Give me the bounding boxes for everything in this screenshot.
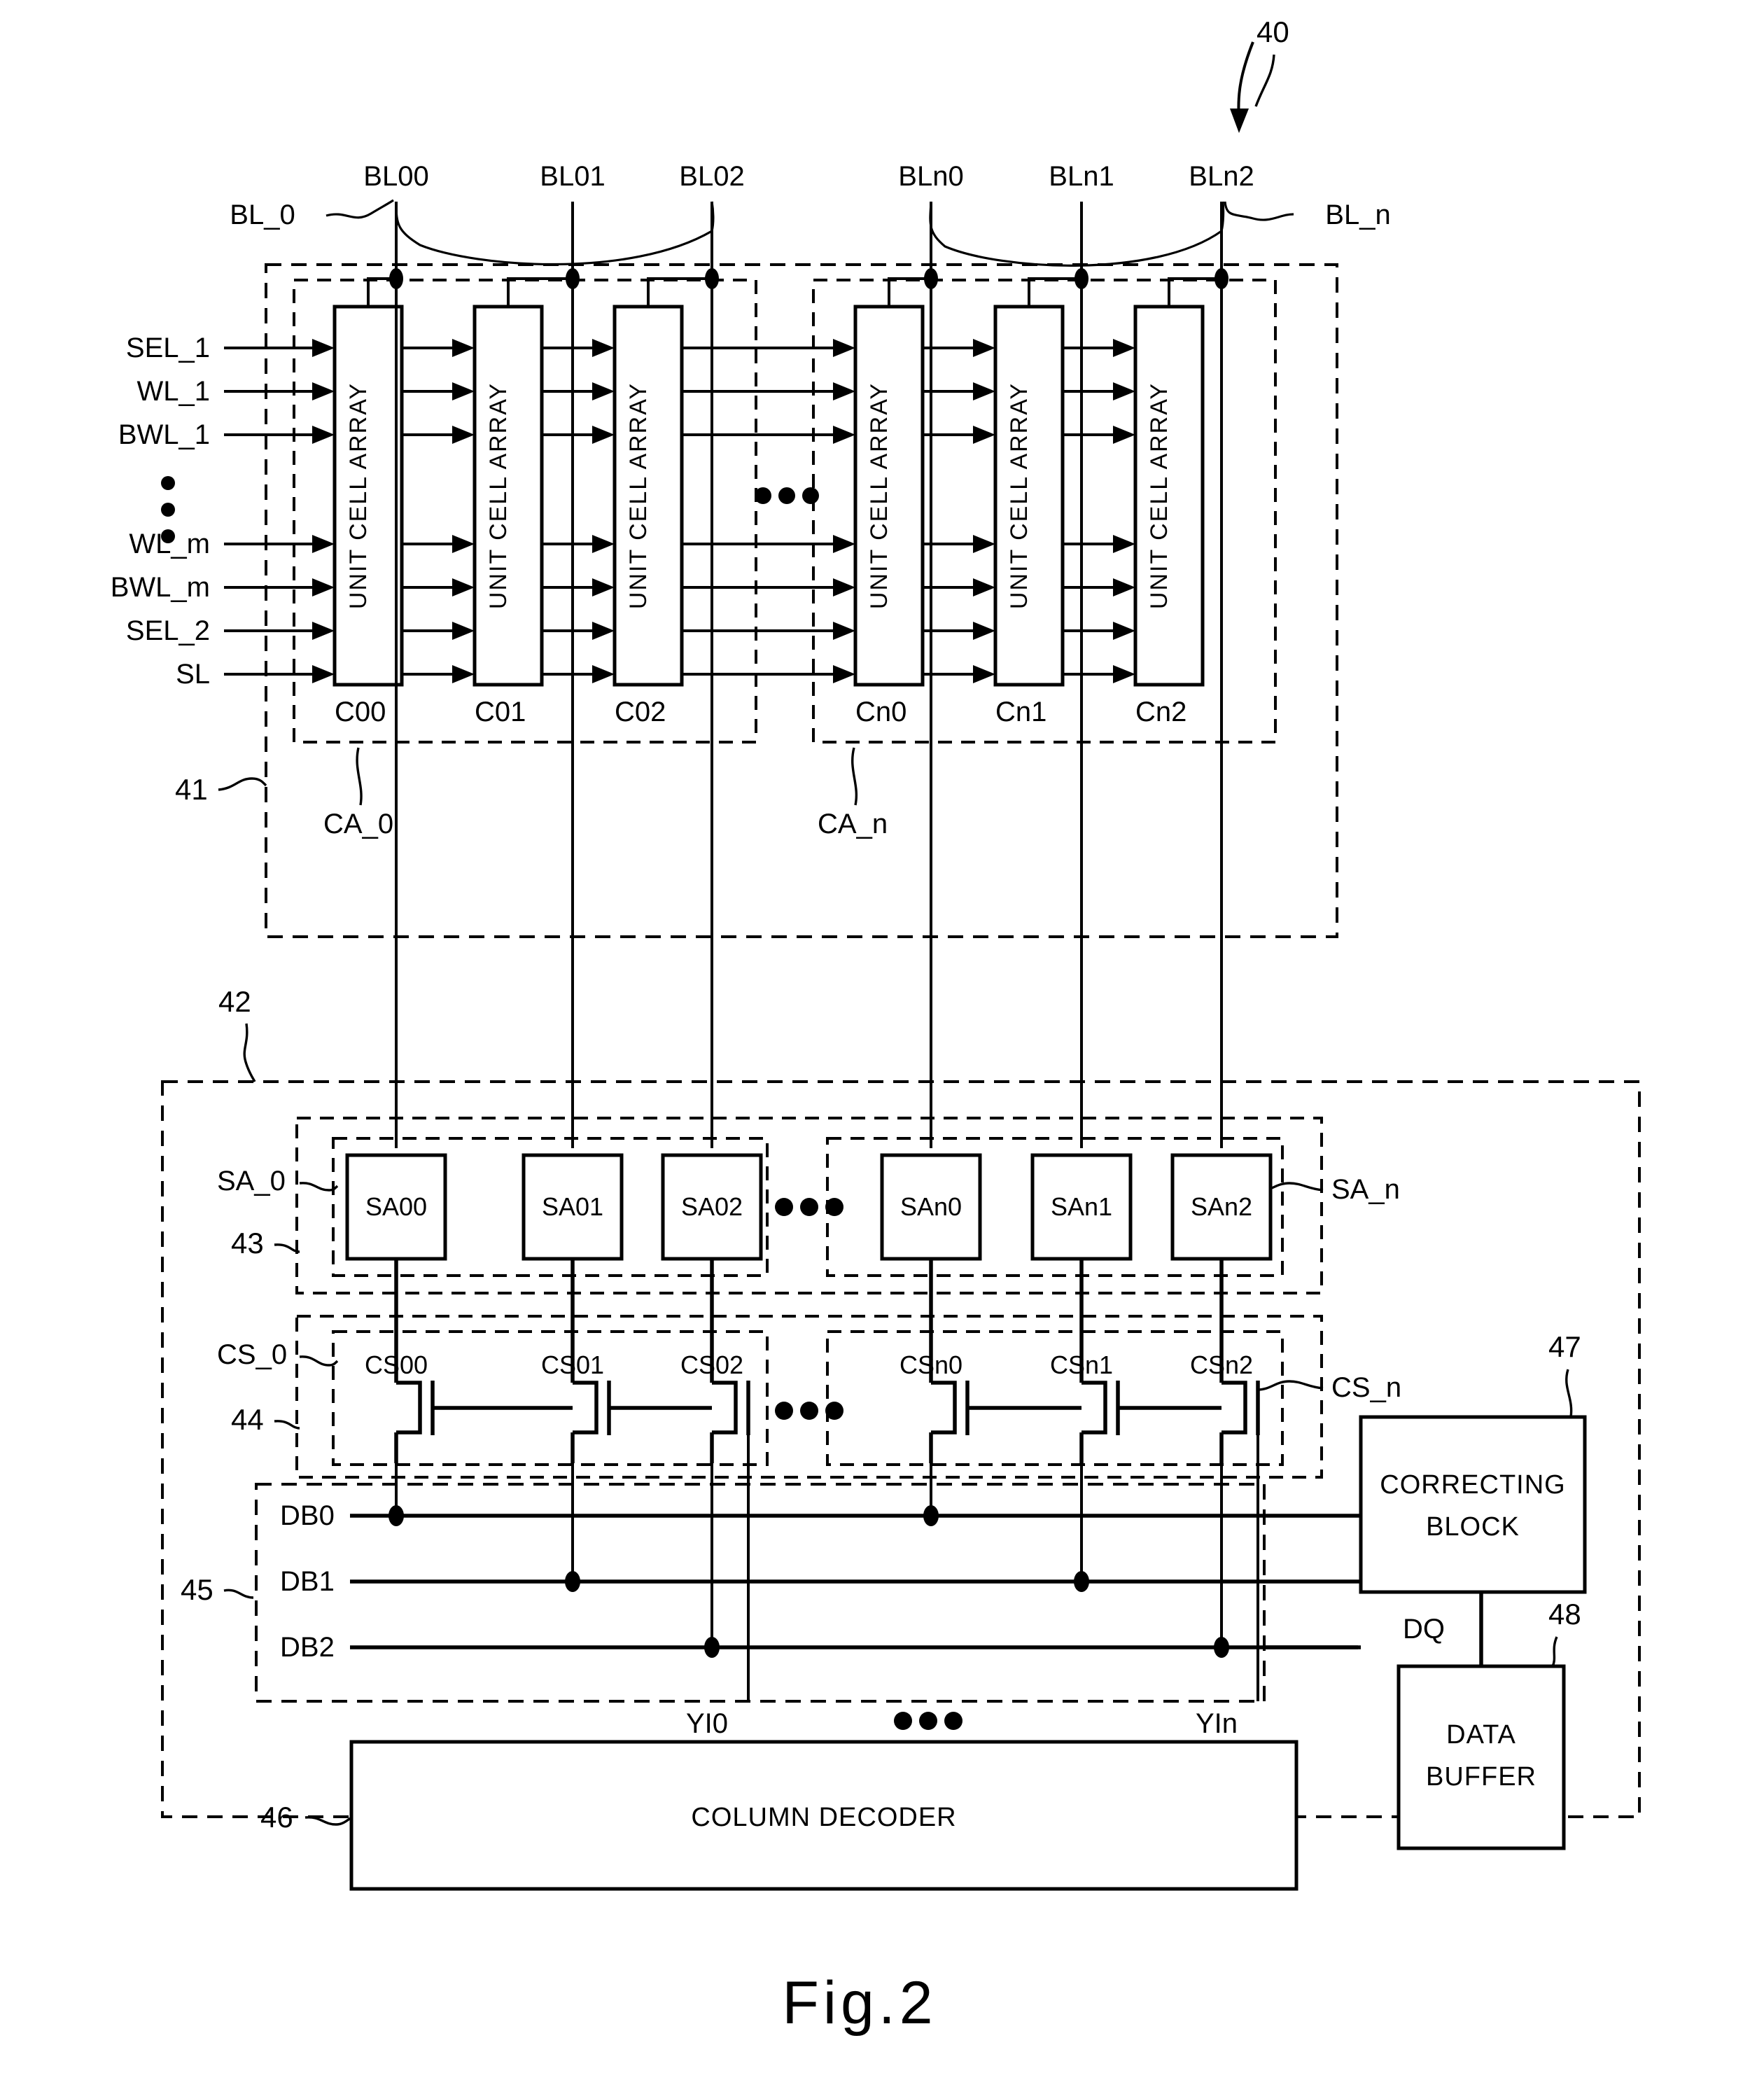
data-buffer-box bbox=[1396, 1664, 1566, 1850]
cell-id-cn1: Cn1 bbox=[995, 697, 1046, 727]
vertical-ellipsis-dot-2 bbox=[161, 503, 175, 517]
junction-dot-bl00 bbox=[389, 268, 403, 289]
junction-dot-bl02 bbox=[705, 268, 719, 289]
sense-amp-sa00-label: SA00 bbox=[365, 1192, 427, 1221]
vertical-ellipsis-dot-1 bbox=[161, 476, 175, 490]
column-select-ellipsis bbox=[775, 1402, 844, 1420]
control-line-label-sel1: SEL_1 bbox=[126, 333, 210, 363]
unit-cell-array-c00-label: UNIT CELL ARRAY bbox=[345, 382, 372, 609]
junction-dot-bln1 bbox=[1074, 268, 1088, 289]
bitline-group-label-bl0: BL_0 bbox=[230, 200, 295, 230]
unit-cell-array-cn0-label: UNIT CELL ARRAY bbox=[866, 382, 892, 609]
unit-cell-array-cn2-label: UNIT CELL ARRAY bbox=[1146, 382, 1172, 609]
ref-46-label: 46 bbox=[260, 1801, 293, 1834]
yi-ellipsis bbox=[894, 1712, 962, 1730]
bitline-label-bln1: BLn1 bbox=[1049, 161, 1114, 192]
junction-dot-csn1-db1 bbox=[1074, 1571, 1089, 1592]
bitline-label-bl00: BL00 bbox=[363, 161, 428, 192]
bitline-label-bl02: BL02 bbox=[679, 161, 744, 192]
correcting-block-box bbox=[1359, 1415, 1587, 1594]
dq-label: DQ bbox=[1403, 1614, 1445, 1645]
control-line-label-wl1: WL_1 bbox=[137, 376, 211, 407]
correcting-block-label-line2: BLOCK bbox=[1426, 1512, 1520, 1542]
ref-42-label: 42 bbox=[218, 985, 251, 1018]
figure-caption: Fig.2 bbox=[782, 1969, 937, 2037]
data-buffer-label-line2: BUFFER bbox=[1426, 1762, 1536, 1792]
control-line-label-sel2: SEL_2 bbox=[126, 615, 210, 646]
ref-45-label: 45 bbox=[181, 1573, 214, 1606]
junction-dot-csn2-db2 bbox=[1214, 1637, 1229, 1658]
bitline-label-bl01: BL01 bbox=[540, 161, 605, 192]
junction-dot-cs01-db1 bbox=[565, 1571, 580, 1592]
unit-cell-array-cn1-label: UNIT CELL ARRAY bbox=[1006, 382, 1032, 609]
sense-amp-sa01-label: SA01 bbox=[542, 1192, 603, 1221]
ref-48-label: 48 bbox=[1548, 1598, 1581, 1631]
patent-figure-2: 40 BL00 BL01 BL02 BLn0 BLn1 BLn2 BL_0 BL… bbox=[0, 0, 1764, 2073]
cell-id-c02: C02 bbox=[615, 697, 666, 727]
data-bus-label-db1: DB1 bbox=[280, 1566, 335, 1597]
sense-amp-sa02-label: SA02 bbox=[681, 1192, 743, 1221]
data-bus-label-db2: DB2 bbox=[280, 1632, 335, 1663]
control-line-label-sl: SL bbox=[176, 659, 210, 690]
cell-id-cn2: Cn2 bbox=[1135, 697, 1186, 727]
ref-43-label: 43 bbox=[231, 1227, 264, 1259]
junction-dot-bl01 bbox=[566, 268, 580, 289]
csn-label: CS_n bbox=[1331, 1372, 1401, 1403]
junction-dot-bln0 bbox=[924, 268, 938, 289]
control-line-label-bwl1: BWL_1 bbox=[118, 419, 210, 450]
unit-cell-array-c02-label: UNIT CELL ARRAY bbox=[625, 382, 652, 609]
sense-amp-ellipsis bbox=[775, 1198, 844, 1216]
can-label: CA_n bbox=[818, 809, 888, 839]
junction-dot-cs00-db0 bbox=[388, 1505, 404, 1526]
junction-dot-cs02-db2 bbox=[704, 1637, 720, 1658]
yin-label: YIn bbox=[1196, 1708, 1238, 1739]
sense-amp-san1-label: SAn1 bbox=[1051, 1192, 1112, 1221]
bitline-group-label-bln: BL_n bbox=[1325, 200, 1390, 230]
data-buffer-label-line1: DATA bbox=[1446, 1720, 1516, 1750]
ref-44-label: 44 bbox=[231, 1403, 264, 1436]
san-label: SA_n bbox=[1331, 1174, 1400, 1205]
cell-id-c00: C00 bbox=[335, 697, 386, 727]
yi0-label: YI0 bbox=[686, 1708, 728, 1739]
bitline-label-bln0: BLn0 bbox=[898, 161, 963, 192]
sa0-label: SA_0 bbox=[217, 1166, 286, 1196]
cell-id-c01: C01 bbox=[475, 697, 526, 727]
unit-cell-array-c01-label: UNIT CELL ARRAY bbox=[485, 382, 512, 609]
junction-dot-bln2 bbox=[1214, 268, 1228, 289]
control-line-label-bwlm: BWL_m bbox=[111, 572, 210, 603]
junction-dot-csn0-db0 bbox=[923, 1505, 939, 1526]
column-decoder-label: COLUMN DECODER bbox=[691, 1803, 956, 1832]
ref-47-label: 47 bbox=[1548, 1330, 1581, 1363]
cell-array-ellipsis bbox=[755, 487, 819, 504]
ref-41-label: 41 bbox=[175, 773, 208, 806]
cell-id-cn0: Cn0 bbox=[855, 697, 906, 727]
correcting-block-label-line1: CORRECTING bbox=[1380, 1470, 1565, 1500]
sense-amp-san0-label: SAn0 bbox=[900, 1192, 962, 1221]
bitline-label-bln2: BLn2 bbox=[1189, 161, 1254, 192]
sense-amp-san2-label: SAn2 bbox=[1191, 1192, 1252, 1221]
data-bus-label-db0: DB0 bbox=[280, 1500, 335, 1531]
control-line-label-wlm: WL_m bbox=[129, 529, 210, 559]
cs0-label: CS_0 bbox=[217, 1339, 287, 1370]
ca0-label: CA_0 bbox=[323, 809, 393, 839]
ref-40-label: 40 bbox=[1256, 15, 1289, 48]
